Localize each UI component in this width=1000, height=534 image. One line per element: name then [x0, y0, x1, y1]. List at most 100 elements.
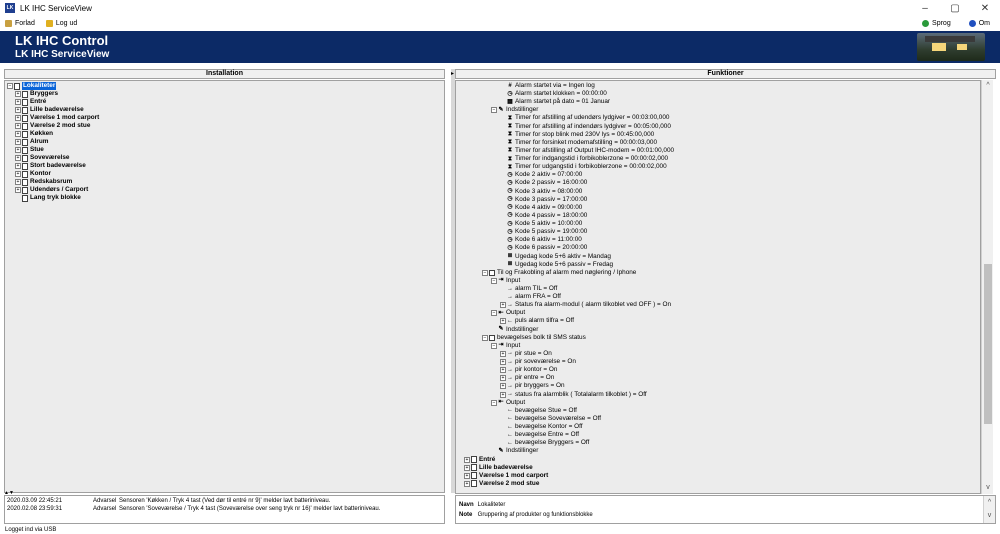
- function-row[interactable]: + Værelse 2 mod stue: [464, 480, 539, 488]
- expand-icon[interactable]: +: [15, 115, 21, 121]
- tree-item[interactable]: + Kontor: [15, 170, 51, 178]
- function-row[interactable]: − ⇤ Output: [491, 309, 525, 317]
- function-row[interactable]: − bevægelses bolk til SMS status: [482, 334, 586, 342]
- tree-item[interactable]: + Redskabsrum: [15, 178, 72, 186]
- function-row[interactable]: ← bevægelse Soveværelse = Off: [500, 415, 601, 423]
- function-row[interactable]: ◷ Kode 3 passiv = 17:00:00: [500, 196, 587, 204]
- function-row[interactable]: + Entré: [464, 456, 495, 464]
- collapse-icon[interactable]: −: [491, 310, 497, 317]
- expand-icon[interactable]: +: [15, 163, 21, 169]
- expand-icon[interactable]: +: [500, 359, 506, 366]
- tree-item[interactable]: + Stue: [15, 146, 44, 154]
- maximize-button[interactable]: ▢: [940, 0, 970, 16]
- function-row[interactable]: + Værelse 1 mod carport: [464, 472, 548, 480]
- log-entry[interactable]: 2020.02.08 23:59:31 Advarsel Sensoren 'Sov…: [7, 505, 380, 513]
- expand-icon[interactable]: +: [15, 147, 21, 153]
- expand-icon[interactable]: +: [15, 99, 21, 105]
- function-row[interactable]: + → pir kontor = On: [500, 366, 557, 374]
- collapse-icon[interactable]: −: [491, 277, 497, 284]
- expand-icon[interactable]: +: [15, 107, 21, 113]
- function-row[interactable]: ◷ Alarm startet klokken = 00:00:00: [500, 90, 606, 98]
- function-row[interactable]: − ⇥ Input: [491, 342, 520, 350]
- about-menu-item[interactable]: Om: [968, 20, 990, 27]
- function-row[interactable]: ← bevægelse Entre = Off: [500, 431, 579, 439]
- function-row[interactable]: ◷ Kode 4 aktiv = 09:00:00: [500, 204, 582, 212]
- function-row[interactable]: ✎ Indstillinger: [491, 326, 538, 334]
- installation-tree[interactable]: − Lokaliteter + Bryggers + Entré + Lille badevæ…: [4, 80, 445, 493]
- function-row[interactable]: ◷ Kode 3 aktiv = 08:00:00: [500, 188, 582, 196]
- function-row[interactable]: − ⇥ Input: [491, 277, 520, 285]
- functions-scrollbar[interactable]: ^ v: [981, 80, 993, 494]
- collapse-icon[interactable]: −: [491, 399, 497, 406]
- function-row[interactable]: ✎ Indstillinger: [491, 447, 538, 455]
- function-row[interactable]: + → pir entre = On: [500, 374, 554, 382]
- function-row[interactable]: + → pir soveværelse = On: [500, 358, 576, 366]
- tree-item[interactable]: Lang tryk blokke: [15, 194, 81, 202]
- expand-icon[interactable]: +: [15, 123, 21, 129]
- expand-icon[interactable]: +: [464, 464, 470, 471]
- collapse-icon[interactable]: −: [482, 334, 488, 341]
- function-row[interactable]: + ← puls alarm tilfra = Off: [500, 317, 574, 325]
- function-row[interactable]: ◷ Kode 4 passiv = 18:00:00: [500, 212, 587, 220]
- tree-item[interactable]: + Bryggers: [15, 90, 58, 98]
- function-row[interactable]: ▦ Alarm startet på dato = 01 Januar: [500, 98, 610, 106]
- expand-icon[interactable]: +: [464, 456, 470, 463]
- function-row[interactable]: ◷ Kode 6 aktiv = 11:00:00: [500, 236, 581, 244]
- function-row[interactable]: − Til og Frakobling af alarm med nøglerin…: [482, 269, 636, 277]
- leave-menu-item[interactable]: Forlad: [5, 20, 35, 27]
- expand-icon[interactable]: +: [500, 367, 506, 374]
- function-row[interactable]: ⧗ Timer for udgangstid i forbikoblerzone …: [500, 163, 667, 171]
- function-row[interactable]: + → status fra alarmblik ( Totalalarm tilk…: [500, 391, 647, 399]
- language-menu-item[interactable]: Sprog: [922, 20, 951, 27]
- function-row[interactable]: − ⇤ Output: [491, 399, 525, 407]
- expand-icon[interactable]: +: [500, 318, 506, 325]
- info-scroll-down-icon[interactable]: v: [984, 509, 995, 522]
- expand-icon[interactable]: +: [15, 171, 21, 177]
- info-scroll-up-icon[interactable]: ^: [984, 496, 995, 509]
- tree-item[interactable]: + Udendørs / Carport: [15, 186, 88, 194]
- tree-item[interactable]: + Entré: [15, 98, 46, 106]
- tree-item[interactable]: + Køkken: [15, 130, 53, 138]
- function-row[interactable]: − ✎ Indstillinger: [491, 106, 538, 114]
- collapse-icon[interactable]: −: [491, 342, 497, 349]
- function-row[interactable]: ◷ Kode 6 passiv = 20:00:00: [500, 244, 587, 252]
- expand-icon[interactable]: +: [15, 155, 21, 161]
- function-row[interactable]: + → pir stue = On: [500, 350, 552, 358]
- function-row[interactable]: ≣ Ugedag kode 5+6 aktiv = Mandag: [500, 253, 610, 261]
- functions-tree[interactable]: # Alarm startet via = Ingen log ◷ Alarm sta…: [455, 80, 981, 494]
- expand-icon[interactable]: +: [500, 391, 506, 398]
- function-row[interactable]: ⧗ Timer for indgangstid i forbikoblerzone…: [500, 155, 668, 163]
- collapse-icon[interactable]: −: [7, 83, 13, 89]
- function-row[interactable]: # Alarm startet via = Ingen log: [500, 82, 594, 90]
- function-row[interactable]: ◷ Kode 2 aktiv = 07:00:00: [500, 171, 582, 179]
- log-entry[interactable]: 2020.03.09 22:45:21 Advarsel Sensoren 'Køk…: [7, 497, 330, 505]
- function-row[interactable]: ← bevægelse Stue = Off: [500, 407, 577, 415]
- info-scrollbar[interactable]: ^ v: [983, 496, 995, 523]
- expand-icon[interactable]: +: [464, 472, 470, 479]
- function-row[interactable]: → alarm TIL = Off: [500, 285, 557, 293]
- expand-icon[interactable]: +: [15, 139, 21, 145]
- close-button[interactable]: ✕: [970, 0, 1000, 16]
- collapse-icon[interactable]: −: [491, 107, 497, 114]
- logout-menu-item[interactable]: Log ud: [45, 20, 77, 27]
- tree-item[interactable]: + Værelse 1 mod carport: [15, 114, 99, 122]
- function-row[interactable]: ◷ Kode 2 passiv = 16:00:00: [500, 179, 587, 187]
- collapse-icon[interactable]: −: [482, 269, 488, 276]
- function-row[interactable]: ⧗ Timer for afstilling af indendørs lydgi…: [500, 123, 671, 131]
- scroll-up-icon[interactable]: ^: [982, 80, 994, 92]
- function-row[interactable]: ← bevægelse Kontor = Off: [500, 423, 583, 431]
- function-row[interactable]: ⧗ Timer for stop blink med 230V lys = 00:…: [500, 131, 654, 139]
- expand-icon[interactable]: +: [15, 187, 21, 193]
- expand-icon[interactable]: +: [500, 375, 506, 382]
- expand-icon[interactable]: +: [15, 91, 21, 97]
- function-row[interactable]: → alarm FRA = Off: [500, 293, 561, 301]
- scroll-down-icon[interactable]: v: [982, 482, 994, 494]
- event-log[interactable]: 2020.03.09 22:45:21 Advarsel Sensoren 'Køk…: [4, 495, 445, 524]
- expand-icon[interactable]: +: [15, 131, 21, 137]
- function-row[interactable]: ⧗ Timer for afstilling af udendørs lydgiv…: [500, 114, 670, 122]
- expand-icon[interactable]: +: [15, 179, 21, 185]
- expand-icon[interactable]: +: [464, 480, 470, 487]
- tree-item[interactable]: + Værelse 2 mod stue: [15, 122, 90, 130]
- function-row[interactable]: + Lille badeværelse: [464, 464, 533, 472]
- expand-icon[interactable]: +: [500, 383, 506, 390]
